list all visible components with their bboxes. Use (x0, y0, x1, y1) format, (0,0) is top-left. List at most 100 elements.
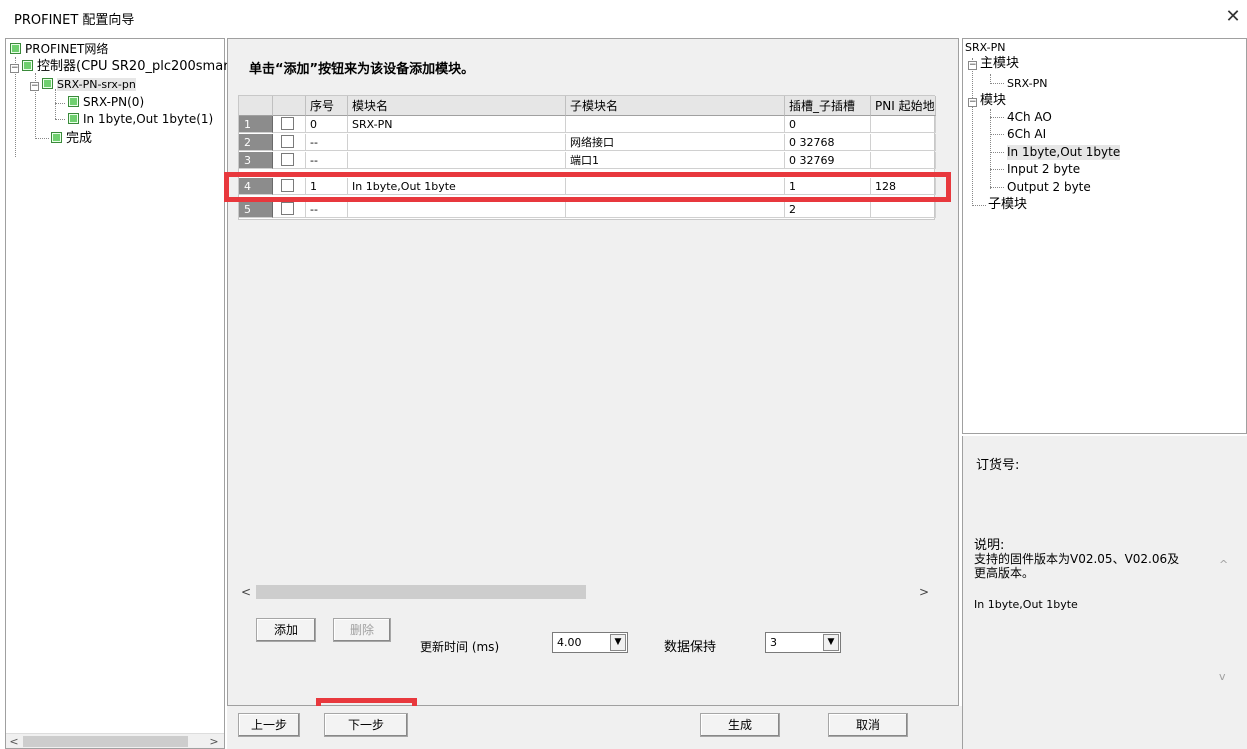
row-number[interactable]: 3 (239, 152, 273, 169)
catalog-module-item[interactable]: Input 2 byte (1007, 162, 1080, 177)
grid-horizontal-scrollbar[interactable]: < > (238, 582, 935, 602)
description-text: 支持的固件版本为V02.05、V02.06及更高版本。 (974, 552, 1180, 580)
close-icon[interactable]: ✕ (1222, 6, 1244, 28)
order-number-label: 订货号: (976, 458, 1020, 473)
delete-button[interactable]: 删除 (333, 618, 391, 642)
data-hold-label: 数据保持 (664, 640, 717, 655)
left-horizontal-scrollbar[interactable]: < > (6, 733, 224, 748)
green-node-icon (22, 60, 33, 71)
collapse-icon[interactable]: − (968, 98, 977, 107)
grid-header-seq[interactable]: 序号 (306, 96, 348, 116)
update-time-label: 更新时间 (ms) (420, 640, 500, 654)
grid-header-pni[interactable]: PNI 起始地 (871, 96, 936, 116)
catalog-main-child[interactable]: SRX-PN (1007, 76, 1047, 91)
catalog-module-item[interactable]: 4Ch AO (1007, 110, 1052, 125)
row-checkbox[interactable] (281, 135, 294, 148)
cell-pni[interactable] (871, 152, 936, 169)
collapse-icon[interactable]: − (30, 82, 39, 91)
row-checkbox-cell (273, 116, 306, 133)
green-node-icon (51, 132, 62, 143)
tree-node-controller[interactable]: − 控制器(CPU SR20_plc200smart) (10, 59, 239, 74)
module-info-panel: 订货号: 说明: 支持的固件版本为V02.05、V02.06及更高版本。 In … (962, 436, 1247, 706)
tree-node-finish[interactable]: 完成 (51, 131, 92, 146)
green-node-icon (42, 78, 53, 89)
add-button[interactable]: 添加 (256, 618, 316, 642)
catalog-root[interactable]: SRX-PN (965, 40, 1005, 55)
window-title: PROFINET 配置向导 (14, 13, 135, 28)
tree-node-profinet-network[interactable]: PROFINET网络 (10, 42, 108, 57)
row-checkbox[interactable] (281, 202, 294, 215)
network-tree-panel: PROFINET网络 − 控制器(CPU SR20_plc200smart) − S… (5, 38, 239, 749)
row-checkbox-cell (273, 201, 306, 218)
next-button[interactable]: 下一步 (324, 713, 408, 737)
scroll-thumb[interactable] (23, 736, 188, 747)
cell-module[interactable] (348, 134, 566, 151)
cell-pni[interactable] (871, 201, 936, 218)
title-bar: PROFINET 配置向导 ✕ (0, 0, 1247, 36)
instruction-text: 单击“添加”按钮来为该设备添加模块。 (249, 62, 475, 77)
grid-header-slot[interactable]: 插槽_子插槽 (785, 96, 871, 116)
row-checkbox-cell (273, 152, 306, 169)
description-label: 说明: (974, 538, 1005, 553)
grid-header-module[interactable]: 模块名 (348, 96, 566, 116)
module-catalog-tree: SRX-PN − 主模块 SRX-PN − 模块 4Ch AO 6Ch AI In … (962, 38, 1247, 434)
cell-slot[interactable]: 2 (785, 201, 871, 218)
selected-module-name: In 1byte,Out 1byte (974, 598, 1078, 611)
scroll-left-icon[interactable]: < (238, 584, 254, 600)
cell-pni[interactable] (871, 134, 936, 151)
prev-button[interactable]: 上一步 (238, 713, 300, 737)
grid-header-check (273, 96, 306, 116)
row-number[interactable]: 5 (239, 201, 273, 218)
row-number[interactable]: 2 (239, 134, 273, 151)
green-node-icon (68, 96, 79, 107)
scroll-left-icon[interactable]: < (6, 734, 22, 749)
row-checkbox-cell (273, 134, 306, 151)
cell-seq[interactable]: -- (306, 152, 348, 169)
row-number[interactable]: 1 (239, 116, 273, 133)
collapse-icon[interactable]: − (10, 64, 19, 73)
cell-module[interactable] (348, 152, 566, 169)
cancel-button[interactable]: 取消 (828, 713, 908, 737)
catalog-module-item[interactable]: Output 2 byte (1007, 180, 1091, 195)
scroll-right-icon[interactable]: > (916, 584, 932, 600)
green-node-icon (68, 113, 79, 124)
cell-submodule[interactable]: 网络接口 (566, 134, 785, 151)
green-node-icon (10, 43, 21, 54)
cell-seq[interactable]: -- (306, 134, 348, 151)
update-time-select[interactable]: 4.00 ▼ (552, 632, 628, 653)
cell-seq[interactable]: -- (306, 201, 348, 218)
cell-module[interactable]: SRX-PN (348, 116, 566, 133)
highlight-row-box (224, 172, 951, 202)
scroll-up-icon[interactable]: ^ (1219, 558, 1228, 571)
right-bottom-area (962, 706, 1247, 749)
catalog-modules[interactable]: − 模块 (968, 93, 1006, 108)
cell-seq[interactable]: 0 (306, 116, 348, 133)
catalog-main-module[interactable]: − 主模块 (968, 56, 1019, 71)
row-checkbox[interactable] (281, 153, 294, 166)
tree-node-srx-pn-0[interactable]: SRX-PN(0) (68, 95, 144, 110)
chevron-down-icon[interactable]: ▼ (823, 634, 839, 651)
data-hold-select[interactable]: 3 ▼ (765, 632, 841, 653)
cell-submodule[interactable]: 端口1 (566, 152, 785, 169)
cell-submodule[interactable] (566, 201, 785, 218)
scroll-down-icon[interactable]: v (1219, 670, 1226, 683)
catalog-module-item-selected[interactable]: In 1byte,Out 1byte (1007, 145, 1121, 160)
cell-pni[interactable] (871, 116, 936, 133)
collapse-icon[interactable]: − (968, 61, 977, 70)
generate-button[interactable]: 生成 (700, 713, 780, 737)
cell-slot[interactable]: 0 32769 (785, 152, 871, 169)
cell-submodule[interactable] (566, 116, 785, 133)
cell-slot[interactable]: 0 32768 (785, 134, 871, 151)
cell-slot[interactable]: 0 (785, 116, 871, 133)
cell-module[interactable] (348, 201, 566, 218)
scroll-thumb[interactable] (256, 585, 586, 599)
grid-header-corner (239, 96, 273, 116)
tree-node-device[interactable]: − SRX-PN-srx-pn (30, 77, 136, 92)
catalog-submodule[interactable]: 子模块 (988, 197, 1027, 212)
chevron-down-icon[interactable]: ▼ (610, 634, 626, 651)
row-checkbox[interactable] (281, 117, 294, 130)
catalog-module-item[interactable]: 6Ch AI (1007, 127, 1046, 142)
tree-node-in-out-module[interactable]: In 1byte,Out 1byte(1) (68, 112, 213, 127)
grid-header-submodule[interactable]: 子模块名 (566, 96, 785, 116)
scroll-right-icon[interactable]: > (206, 734, 222, 749)
